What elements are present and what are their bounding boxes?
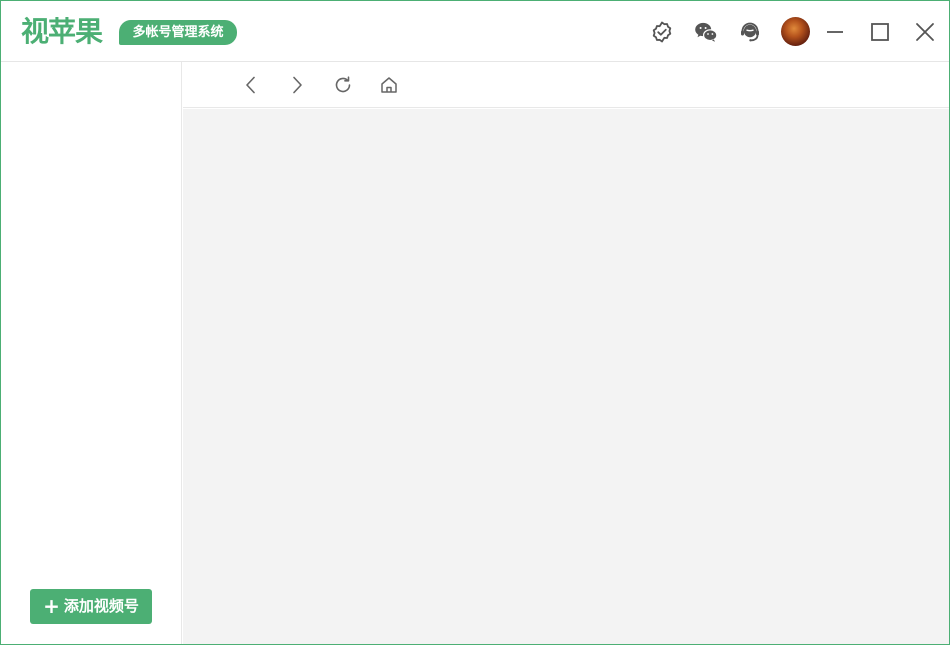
webview-content-area[interactable] xyxy=(183,109,949,644)
plus-icon: + xyxy=(43,594,60,618)
back-arrow-icon[interactable] xyxy=(240,74,262,96)
wechat-icon[interactable] xyxy=(694,20,718,44)
app-tagline-badge: 多帐号管理系统 xyxy=(119,20,237,45)
verified-badge-icon[interactable] xyxy=(650,20,674,44)
maximize-icon[interactable] xyxy=(868,20,892,44)
add-video-account-label: 添加视频号 xyxy=(63,597,139,615)
app-window: 视苹果 多帐号管理系统 + 添加视频号 xyxy=(0,0,950,645)
refresh-icon[interactable] xyxy=(332,74,354,96)
close-icon[interactable] xyxy=(913,20,937,44)
add-video-account-button[interactable]: + 添加视频号 xyxy=(30,589,152,624)
app-logo: 视苹果 xyxy=(21,15,103,48)
user-avatar[interactable] xyxy=(781,17,810,46)
customer-service-icon[interactable] xyxy=(738,20,762,44)
minimize-icon[interactable] xyxy=(823,20,847,44)
forward-arrow-icon[interactable] xyxy=(286,74,308,96)
title-bar[interactable]: 视苹果 多帐号管理系统 xyxy=(1,1,949,62)
home-icon[interactable] xyxy=(378,74,400,96)
account-sidebar: + 添加视频号 xyxy=(1,62,182,644)
browser-navbar xyxy=(183,62,949,108)
